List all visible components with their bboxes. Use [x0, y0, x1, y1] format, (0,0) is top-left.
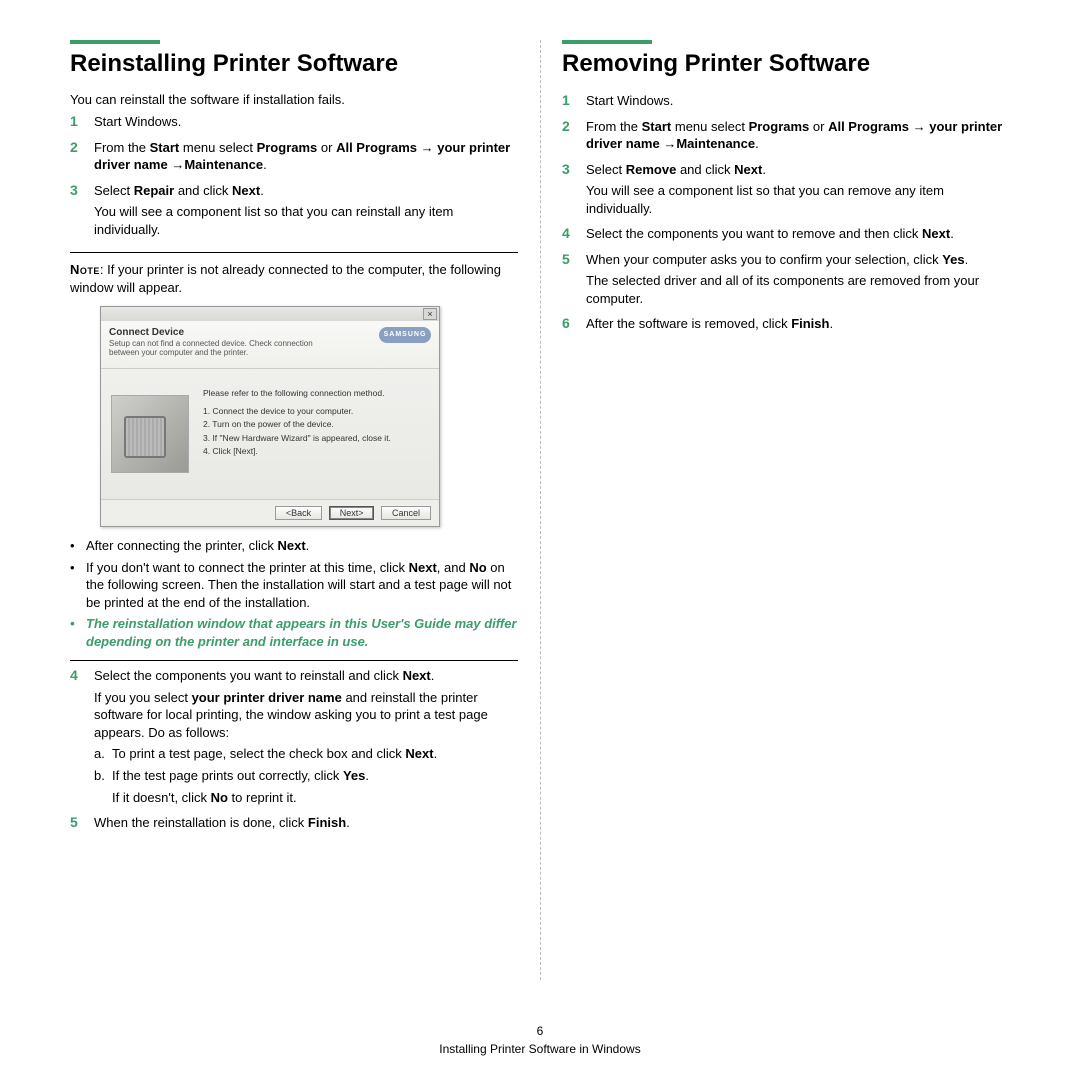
hr — [70, 252, 518, 253]
step-number: 4 — [562, 225, 586, 247]
step-subtext: You will see a component list so that yo… — [94, 203, 518, 238]
right-column: Removing Printer Software 1 Start Window… — [540, 40, 1032, 1020]
dialog-subtitle: Setup can not find a connected device. C… — [109, 340, 339, 358]
page-footer: 6 Installing Printer Software in Windows — [0, 1024, 1080, 1056]
page-number: 6 — [0, 1024, 1080, 1038]
footer-section: Installing Printer Software in Windows — [0, 1042, 1080, 1056]
connection-illustration — [111, 395, 189, 473]
step-number: 2 — [70, 139, 94, 178]
step-number: 1 — [562, 92, 586, 114]
note: Note: If your printer is not already con… — [70, 261, 518, 296]
section-rule — [562, 40, 652, 44]
step-number: 3 — [562, 161, 586, 222]
sub-steps: a. To print a test page, select the chec… — [94, 745, 518, 806]
step-number: 5 — [70, 814, 94, 836]
bullet-item: After connecting the printer, click Next… — [70, 537, 518, 555]
next-button[interactable]: Next> — [329, 506, 375, 520]
section-rule — [70, 40, 160, 44]
dialog-instructions: Please refer to the following connection… — [203, 387, 391, 479]
hr — [70, 660, 518, 661]
step-text: Start Windows. — [586, 92, 1010, 110]
green-note: • The reinstallation window that appears… — [70, 615, 518, 650]
step-text: From the Start menu select Programs or A… — [94, 139, 518, 174]
note-bullets: After connecting the printer, click Next… — [70, 537, 518, 611]
close-icon[interactable]: × — [423, 308, 437, 320]
bullet-item: If you don't want to connect the printer… — [70, 559, 518, 612]
step-number: 2 — [562, 118, 586, 157]
right-steps: 1 Start Windows. 2 From the Start menu s… — [562, 92, 1010, 337]
dialog-footer: <Back Next> Cancel — [101, 499, 439, 526]
step-number: 6 — [562, 315, 586, 337]
step-text: Select the components you want to remove… — [586, 225, 1010, 243]
step-text: From the Start menu select Programs or A… — [586, 118, 1010, 153]
step-subtext: If you you select your printer driver na… — [94, 689, 518, 742]
step-number: 3 — [70, 182, 94, 243]
step-text: When your computer asks you to confirm y… — [586, 251, 1010, 269]
column-divider — [540, 40, 541, 980]
left-intro: You can reinstall the software if instal… — [70, 92, 518, 107]
right-heading: Removing Printer Software — [562, 50, 1010, 78]
left-steps: 1 Start Windows. 2 From the Start menu s… — [70, 113, 518, 242]
step-subtext: You will see a component list so that yo… — [586, 182, 1010, 217]
cancel-button[interactable]: Cancel — [381, 506, 431, 520]
step-number: 4 — [70, 667, 94, 810]
samsung-logo: SAMSUNG — [379, 327, 431, 343]
step-subtext: The selected driver and all of its compo… — [586, 272, 1010, 307]
step-text: Select Repair and click Next. — [94, 182, 518, 200]
dialog-screenshot: × Connect Device Setup can not find a co… — [100, 306, 440, 527]
step-text: Select the components you want to reinst… — [94, 667, 518, 685]
step-number: 1 — [70, 113, 94, 135]
step-text: Select Remove and click Next. — [586, 161, 1010, 179]
left-column: Reinstalling Printer Software You can re… — [48, 40, 540, 1020]
dialog-body: Please refer to the following connection… — [101, 369, 439, 499]
back-button[interactable]: <Back — [275, 506, 322, 520]
step-number: 5 — [562, 251, 586, 312]
step-text: Start Windows. — [94, 113, 518, 131]
left-steps-cont: 4 Select the components you want to rein… — [70, 667, 518, 835]
step-text: After the software is removed, click Fin… — [586, 315, 1010, 333]
dialog-titlebar: × — [101, 307, 439, 321]
step-text: When the reinstallation is done, click F… — [94, 814, 518, 832]
left-heading: Reinstalling Printer Software — [70, 50, 518, 78]
dialog-header: Connect Device Setup can not find a conn… — [101, 321, 439, 369]
